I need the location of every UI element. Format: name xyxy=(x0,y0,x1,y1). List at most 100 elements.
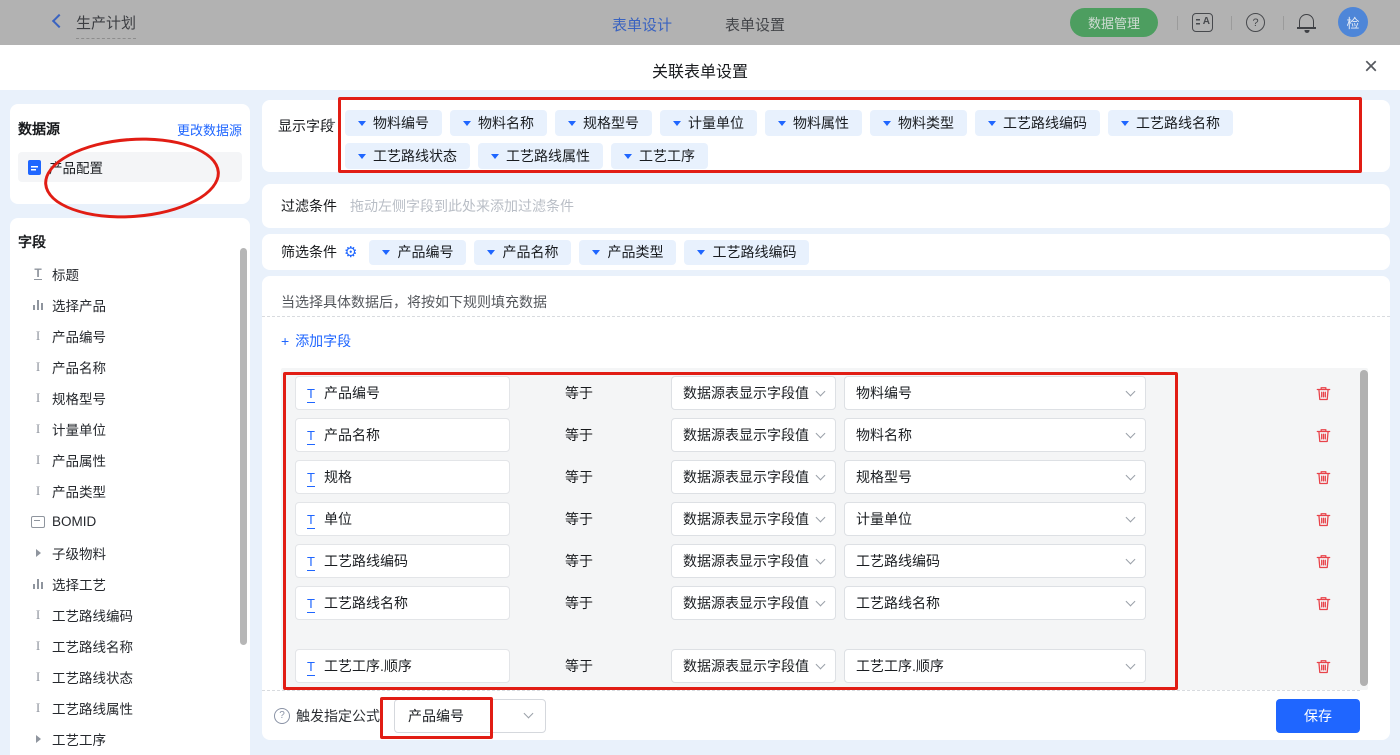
app-root: 生产计划 表单设计 表单设置 数据管理 A ? 检 关联表单设置 × 数据源 更… xyxy=(0,0,1400,755)
data-manage-button[interactable]: 数据管理 xyxy=(1070,8,1158,37)
field-list-item[interactable]: BOMID xyxy=(10,506,250,537)
field-list-item[interactable]: 工艺路线状态 xyxy=(10,661,250,692)
rule-value-select[interactable]: 工艺工序.顺序 xyxy=(844,649,1146,683)
filter-drop-placeholder[interactable]: 拖动左侧字段到此处来添加过滤条件 xyxy=(350,196,574,216)
rule-value-select[interactable]: 工艺路线名称 xyxy=(844,586,1146,620)
field-list-item[interactable]: 产品属性 xyxy=(10,444,250,475)
rule-target-field[interactable]: 规格 xyxy=(295,460,510,494)
save-button[interactable]: 保存 xyxy=(1276,699,1360,733)
screening-field-chip[interactable]: 产品类型 xyxy=(579,240,676,265)
delete-icon[interactable] xyxy=(1315,595,1332,612)
field-label: 工艺工序 xyxy=(52,729,106,749)
display-field-chip[interactable]: 工艺路线属性 xyxy=(478,143,603,169)
field-list-item[interactable]: 产品编号 xyxy=(10,320,250,351)
fields-scrollbar[interactable] xyxy=(240,248,247,645)
add-display-field-button[interactable]: + xyxy=(326,113,336,133)
rules-scrollbar[interactable] xyxy=(1360,370,1368,686)
rule-value-select[interactable]: 物料名称 xyxy=(844,418,1146,452)
rule-target-field[interactable]: 产品名称 xyxy=(295,418,510,452)
field-type-icon xyxy=(30,452,46,468)
display-field-chip[interactable]: 物料类型 xyxy=(870,110,967,136)
screening-field-chip[interactable]: 产品编号 xyxy=(369,240,466,265)
rule-value-select[interactable]: 规格型号 xyxy=(844,460,1146,494)
delete-icon[interactable] xyxy=(1315,553,1332,570)
display-field-chip[interactable]: 工艺工序 xyxy=(611,143,708,169)
help-icon[interactable]: ? xyxy=(274,708,290,724)
trigger-field-select[interactable]: 产品编号 xyxy=(394,699,546,733)
display-field-chip[interactable]: 物料属性 xyxy=(765,110,862,136)
rule-value-text: 工艺工序.顺序 xyxy=(856,656,944,676)
field-list-item[interactable]: 工艺路线名称 xyxy=(10,630,250,661)
screening-field-chip[interactable]: 工艺路线编码 xyxy=(684,240,809,265)
display-field-chip[interactable]: 计量单位 xyxy=(660,110,757,136)
plus-icon: + xyxy=(281,333,289,349)
rule-row: 单位 等于 数据源表显示字段值 计量单位 xyxy=(281,502,1368,536)
field-list-item[interactable]: 选择工艺 xyxy=(10,568,250,599)
text-field-icon xyxy=(307,553,315,569)
rule-value-text: 工艺路线名称 xyxy=(856,593,940,613)
trigger-formula-label: 触发指定公式 xyxy=(296,706,380,726)
display-field-chip[interactable]: 物料编号 xyxy=(345,110,442,136)
rule-value-select[interactable]: 计量单位 xyxy=(844,502,1146,536)
field-list-item[interactable]: 产品名称 xyxy=(10,351,250,382)
rule-source-select[interactable]: 数据源表显示字段值 xyxy=(671,649,836,683)
display-field-chip[interactable]: 规格型号 xyxy=(555,110,652,136)
rule-source-select[interactable]: 数据源表显示字段值 xyxy=(671,460,836,494)
change-datasource-link[interactable]: 更改数据源 xyxy=(177,120,242,139)
field-list-item[interactable]: 工艺工序 xyxy=(10,723,250,754)
display-fields-panel: 显示字段 + 物料编号 物料名称 规格型号 xyxy=(262,100,1390,172)
tab-form-design[interactable]: 表单设计 xyxy=(612,14,672,35)
field-list-item[interactable]: 计量单位 xyxy=(10,413,250,444)
back-icon[interactable] xyxy=(52,14,66,28)
fill-rules-list: 产品编号 等于 数据源表显示字段值 物料编号 xyxy=(281,376,1368,683)
chip-label: 物料编号 xyxy=(373,113,429,133)
form-document-icon xyxy=(28,160,41,175)
translate-icon[interactable]: A xyxy=(1192,13,1213,32)
rule-source-select[interactable]: 数据源表显示字段值 xyxy=(671,544,836,578)
datasource-selected-item[interactable]: 产品配置 xyxy=(18,152,242,182)
rule-source-select[interactable]: 数据源表显示字段值 xyxy=(671,586,836,620)
delete-icon[interactable] xyxy=(1315,385,1332,402)
rule-target-field[interactable]: 工艺工序.顺序 xyxy=(295,649,510,683)
tab-form-settings[interactable]: 表单设置 xyxy=(725,14,785,35)
field-list-item[interactable]: 标题 xyxy=(10,258,250,289)
notification-bell-icon[interactable] xyxy=(1299,14,1314,27)
screening-field-chip[interactable]: 产品名称 xyxy=(474,240,571,265)
chevron-down-icon xyxy=(1126,659,1136,669)
rule-target-field[interactable]: 单位 xyxy=(295,502,510,536)
field-label: 规格型号 xyxy=(52,388,106,408)
field-list-item[interactable]: 选择产品 xyxy=(10,289,250,320)
display-field-chip[interactable]: 工艺路线名称 xyxy=(1108,110,1233,136)
field-list-item[interactable]: 工艺路线编码 xyxy=(10,599,250,630)
close-icon[interactable]: × xyxy=(1364,50,1378,84)
divider xyxy=(1177,16,1178,30)
rule-operator: 等于 xyxy=(565,467,595,487)
rule-value-select[interactable]: 物料编号 xyxy=(844,376,1146,410)
rule-source-select[interactable]: 数据源表显示字段值 xyxy=(671,376,836,410)
rules-footer: ? 触发指定公式 产品编号 保存 xyxy=(262,690,1360,740)
display-field-chip[interactable]: 物料名称 xyxy=(450,110,547,136)
chevron-down-icon xyxy=(816,512,826,522)
rule-target-field[interactable]: 产品编号 xyxy=(295,376,510,410)
chevron-down-icon xyxy=(568,121,576,126)
help-icon[interactable]: ? xyxy=(1246,13,1265,32)
rule-value-select[interactable]: 工艺路线编码 xyxy=(844,544,1146,578)
field-list-item[interactable]: 规格型号 xyxy=(10,382,250,413)
display-field-chip[interactable]: 工艺路线状态 xyxy=(345,143,470,169)
rule-source-select[interactable]: 数据源表显示字段值 xyxy=(671,418,836,452)
rule-target-field[interactable]: 工艺路线名称 xyxy=(295,586,510,620)
avatar[interactable]: 检 xyxy=(1338,7,1368,37)
gear-icon[interactable]: ⚙ xyxy=(344,245,357,260)
delete-icon[interactable] xyxy=(1315,658,1332,675)
delete-icon[interactable] xyxy=(1315,427,1332,444)
text-field-icon xyxy=(307,427,315,443)
field-list-item[interactable]: 子级物料 xyxy=(10,537,250,568)
delete-icon[interactable] xyxy=(1315,511,1332,528)
add-field-button[interactable]: + 添加字段 xyxy=(281,331,351,351)
display-field-chip[interactable]: 工艺路线编码 xyxy=(975,110,1100,136)
field-list-item[interactable]: 产品类型 xyxy=(10,475,250,506)
delete-icon[interactable] xyxy=(1315,469,1332,486)
rule-target-field[interactable]: 工艺路线编码 xyxy=(295,544,510,578)
field-list-item[interactable]: 工艺路线属性 xyxy=(10,692,250,723)
rule-source-select[interactable]: 数据源表显示字段值 xyxy=(671,502,836,536)
